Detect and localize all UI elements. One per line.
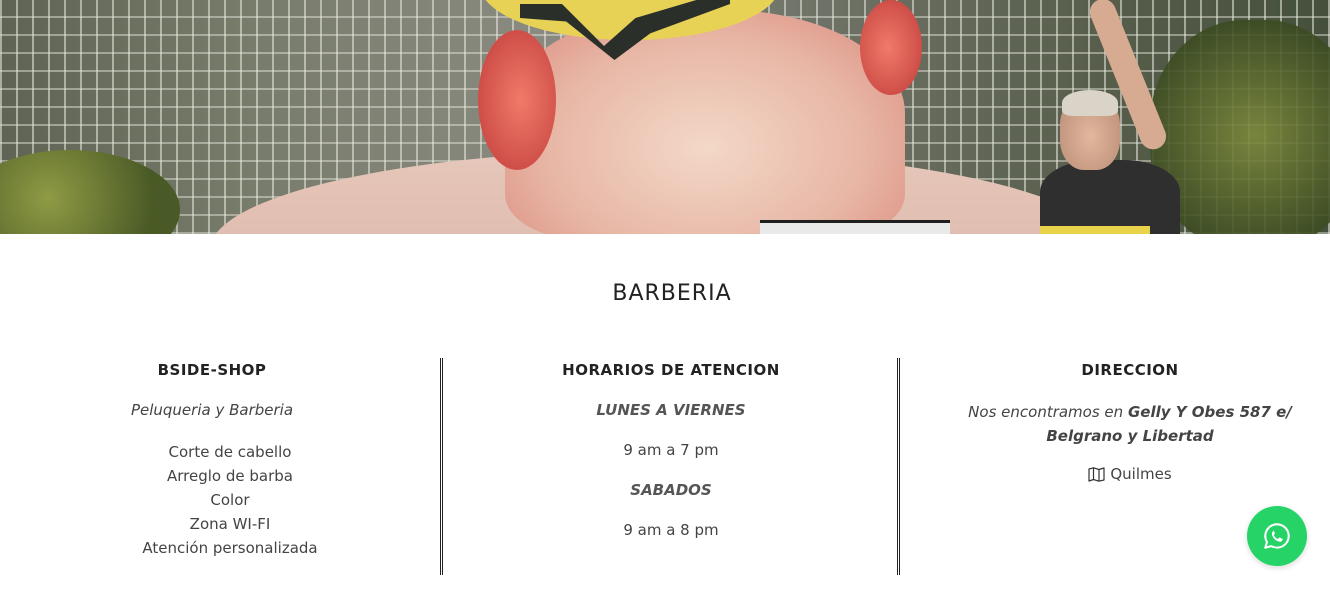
saturday-hours: 9 am a 8 pm xyxy=(623,521,719,539)
hours-heading: HORARIOS DE ATENCION xyxy=(562,361,780,379)
service-item: Corte de cabello xyxy=(168,443,292,461)
services-list: Corte de cabello Arreglo de barba Color … xyxy=(120,440,340,560)
hours-column: HORARIOS DE ATENCION LUNES A VIERNES 9 a… xyxy=(541,360,801,540)
section-title: BARBERIA xyxy=(612,281,732,306)
address-intro: Nos encontramos en xyxy=(968,403,1124,421)
whatsapp-button[interactable] xyxy=(1247,506,1307,566)
address-heading: DIRECCION xyxy=(1081,361,1179,379)
address-text: Nos encontramos en Gelly Y Obes 587 e/ B… xyxy=(935,400,1325,448)
shop-column: BSIDE-SHOP Peluqueria y Barberia Corte d… xyxy=(120,360,340,560)
weekdays-label: LUNES A VIERNES xyxy=(596,401,746,419)
service-item: Arreglo de barba xyxy=(167,467,293,485)
column-divider xyxy=(897,358,900,575)
address-column: DIRECCION Nos encontramos en Gelly Y Obe… xyxy=(935,360,1325,484)
column-divider xyxy=(440,358,443,575)
weekdays-hours: 9 am a 7 pm xyxy=(623,441,719,459)
map-icon xyxy=(1088,466,1105,482)
saturday-label: SABADOS xyxy=(630,481,712,499)
shop-heading: BSIDE-SHOP xyxy=(157,361,267,379)
city-line: Quilmes xyxy=(935,464,1325,484)
service-item: Atención personalizada xyxy=(142,539,318,557)
shop-subtitle: Peluqueria y Barberia xyxy=(130,401,294,419)
service-item: Color xyxy=(210,491,250,509)
city-name: Quilmes xyxy=(1110,465,1172,483)
whatsapp-icon xyxy=(1264,523,1290,549)
service-item: Zona WI-FI xyxy=(189,515,271,533)
hero-image xyxy=(0,0,1330,234)
